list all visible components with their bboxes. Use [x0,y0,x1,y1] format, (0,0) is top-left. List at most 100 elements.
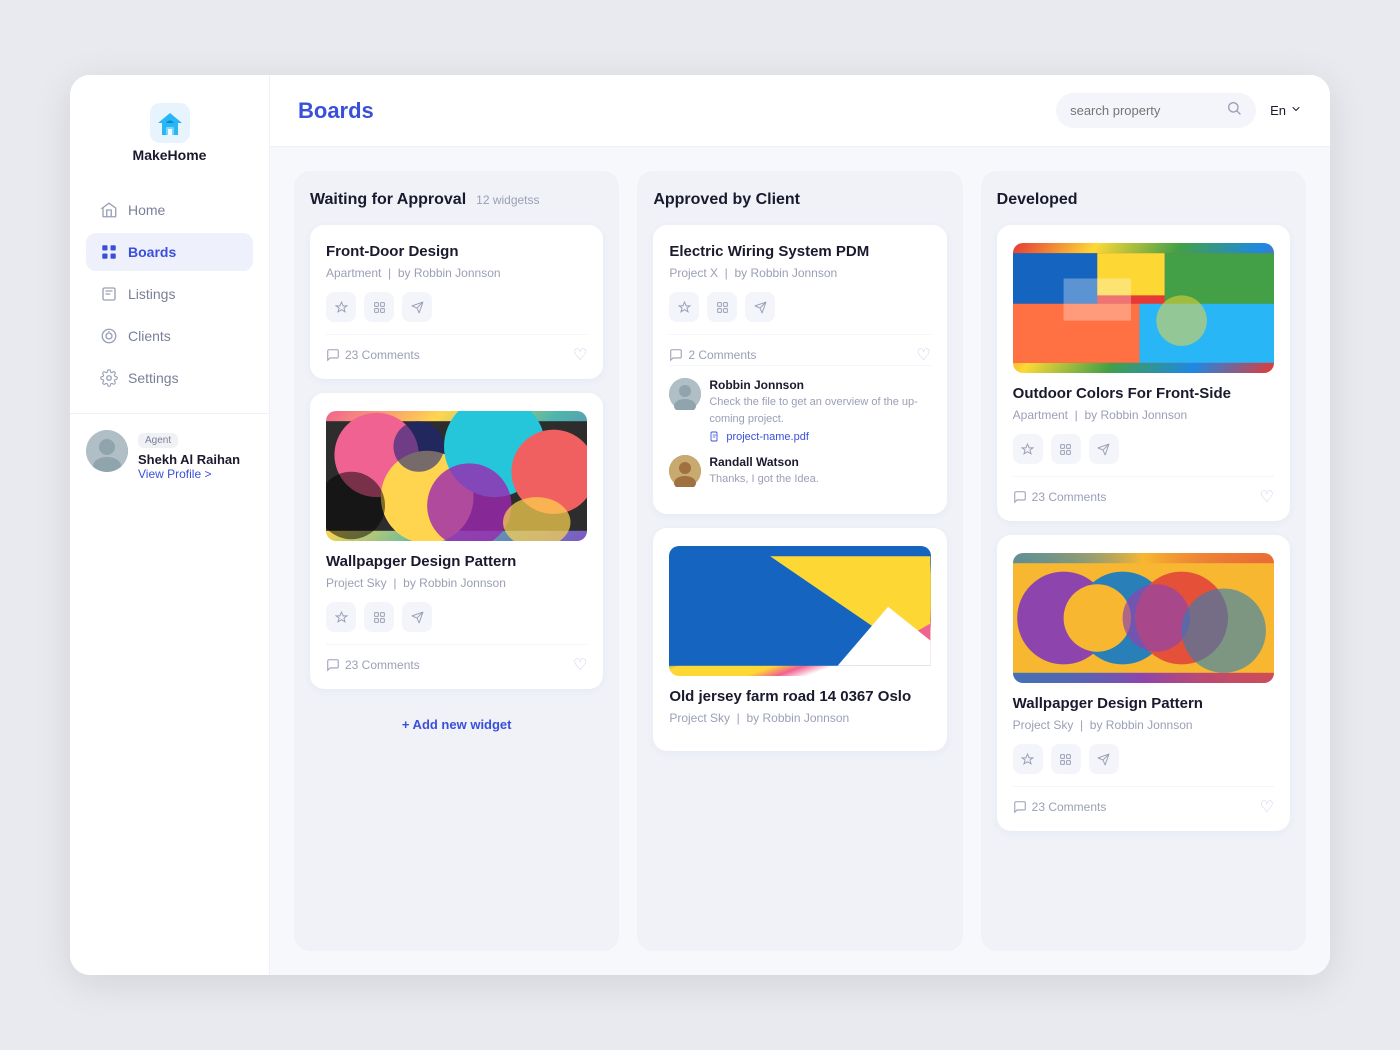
sidebar-item-boards-label: Boards [128,244,176,260]
send-icon-btn-3[interactable] [745,292,775,322]
sidebar-bottom: Agent Shekh Al Raihan View Profile > [70,413,269,481]
pin-icon-btn-6[interactable] [1013,744,1043,774]
sidebar-item-listings-label: Listings [128,286,175,302]
view-profile-link[interactable]: View Profile > [138,467,240,481]
chat-text-2: Thanks, I got the Idea. [709,471,930,488]
card-icons-5 [1013,434,1274,464]
pin-icon-btn-5[interactable] [1013,434,1043,464]
pin-icon-btn-2[interactable] [326,602,356,632]
board-col-developed: Developed [981,171,1306,951]
card-meta-3: Project X | by Robbin Jonnson [669,266,930,280]
sidebar-item-clients[interactable]: Clients [86,317,253,355]
card-footer-6: 23 Comments ♡ [1013,786,1274,817]
logo-label: MakeHome [133,147,207,163]
sidebar-item-clients-label: Clients [128,328,171,344]
grid-icon-btn-3[interactable] [707,292,737,322]
sidebar-item-listings[interactable]: Listings [86,275,253,313]
grid-icon-btn-2[interactable] [364,602,394,632]
send-icon-btn[interactable] [402,292,432,322]
card-icons-2 [326,602,587,632]
card-meta-6: Project Sky | by Robbin Jonnson [1013,718,1274,732]
col-header-developed: Developed [997,191,1290,209]
search-icon [1226,100,1242,121]
comment-count-5: 23 Comments [1013,490,1107,504]
chat-name-2: Randall Watson [709,455,930,469]
sidebar-item-boards[interactable]: Boards [86,233,253,271]
card-image-abstract [1013,553,1274,683]
send-icon-btn-6[interactable] [1089,744,1119,774]
main-area: Boards En [270,75,1330,975]
card-title-2: Wallpapger Design Pattern [326,553,587,570]
heart-icon-1[interactable]: ♡ [573,345,587,365]
settings-icon [100,369,118,387]
sidebar-item-settings[interactable]: Settings [86,359,253,397]
home-icon [100,201,118,219]
sidebar-item-home[interactable]: Home [86,191,253,229]
card-title-3: Electric Wiring System PDM [669,243,930,260]
heart-icon-6[interactable]: ♡ [1260,797,1274,817]
search-input[interactable] [1070,103,1220,118]
col-title-approved: Approved by Client [653,191,800,209]
app-container: MakeHome Home [70,75,1330,975]
card-meta-1: Apartment | by Robbin Jonnson [326,266,587,280]
card-image-painting [1013,243,1274,373]
chat-avatar-2 [669,455,701,487]
chat-content-2: Randall Watson Thanks, I got the Idea. [709,455,930,488]
card-meta-2: Project Sky | by Robbin Jonnson [326,576,587,590]
card-outdoor-colors: Outdoor Colors For Front-Side Apartment … [997,225,1290,521]
search-box[interactable] [1056,93,1256,128]
add-widget-button[interactable]: + Add new widget [310,707,603,742]
card-front-door: Front-Door Design Apartment | by Robbin … [310,225,603,379]
card-meta-5: Apartment | by Robbin Jonnson [1013,408,1274,422]
card-title-4: Old jersey farm road 14 0367 Oslo [669,688,930,705]
col-header-waiting: Waiting for Approval 12 widgetss [310,191,603,209]
card-electric-wiring: Electric Wiring System PDM Project X | b… [653,225,946,514]
chat-content-1: Robbin Jonnson Check the file to get an … [709,378,930,443]
card-title-1: Front-Door Design [326,243,587,260]
card-footer-1: 23 Comments ♡ [326,334,587,365]
top-right: En [1056,93,1302,128]
logo-icon [150,103,190,143]
avatar [86,430,128,472]
chat-name-1: Robbin Jonnson [709,378,930,392]
boards-content: Waiting for Approval 12 widgetss Front-D… [270,147,1330,975]
send-icon-btn-2[interactable] [402,602,432,632]
chat-row-2: Randall Watson Thanks, I got the Idea. [669,455,930,488]
card-footer-3: 2 Comments ♡ [669,334,930,365]
heart-icon-2[interactable]: ♡ [573,655,587,675]
chat-text-1: Check the file to get an overview of the… [709,394,930,427]
card-icons-1 [326,292,587,322]
file-link-1[interactable]: project-name.pdf [709,431,930,443]
agent-badge: Agent [138,433,178,448]
comment-count-1: 23 Comments [326,348,420,362]
page-title: Boards [298,98,374,124]
board-col-waiting: Waiting for Approval 12 widgetss Front-D… [294,171,619,951]
top-bar: Boards En [270,75,1330,147]
pin-icon-btn[interactable] [326,292,356,322]
send-icon-btn-5[interactable] [1089,434,1119,464]
user-name: Shekh Al Raihan [138,452,240,467]
chat-section-3: Robbin Jonnson Check the file to get an … [669,365,930,488]
lang-select[interactable]: En [1270,103,1302,118]
card-title-5: Outdoor Colors For Front-Side [1013,385,1274,402]
card-wallpaper-dev: Wallpapger Design Pattern Project Sky | … [997,535,1290,831]
grid-icon-btn[interactable] [364,292,394,322]
card-icons-3 [669,292,930,322]
grid-icon-btn-5[interactable] [1051,434,1081,464]
card-image-pattern [326,411,587,541]
col-header-approved: Approved by Client [653,191,946,209]
card-wallpaper: Wallpapger Design Pattern Project Sky | … [310,393,603,689]
card-meta-4: Project Sky | by Robbin Jonnson [669,711,930,725]
pin-icon-btn-3[interactable] [669,292,699,322]
heart-icon-3[interactable]: ♡ [916,345,930,365]
board-col-approved: Approved by Client Electric Wiring Syste… [637,171,962,951]
card-title-6: Wallpapger Design Pattern [1013,695,1274,712]
clients-icon [100,327,118,345]
listings-icon [100,285,118,303]
sidebar-nav: Home Boards [70,191,269,401]
heart-icon-5[interactable]: ♡ [1260,487,1274,507]
chevron-down-icon [1290,103,1302,118]
card-icons-6 [1013,744,1274,774]
grid-icon-btn-6[interactable] [1051,744,1081,774]
comment-count-6: 23 Comments [1013,800,1107,814]
